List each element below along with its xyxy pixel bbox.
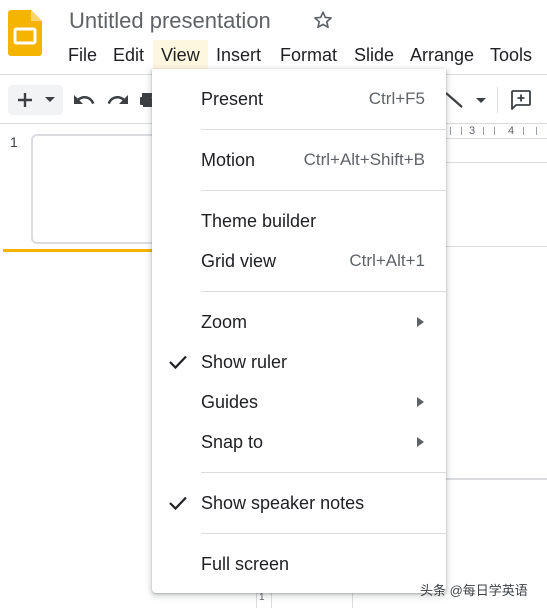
- chevron-down-icon[interactable]: [473, 88, 489, 112]
- ruler-tick: [523, 127, 524, 135]
- speaker-notes-divider[interactable]: [440, 478, 547, 480]
- menu-item-grid-view[interactable]: Grid view Ctrl+Alt+1: [152, 243, 446, 279]
- chevron-down-icon[interactable]: [43, 94, 57, 106]
- menu-item-show-ruler[interactable]: Show ruler: [152, 344, 446, 380]
- redo-icon[interactable]: [106, 88, 130, 112]
- ruler-tick: [536, 127, 537, 135]
- menu-item-label: Motion: [201, 150, 256, 170]
- menu-item-label: Show ruler: [201, 352, 288, 372]
- star-icon[interactable]: [312, 9, 334, 31]
- menu-file[interactable]: File: [60, 40, 105, 70]
- menu-item-label: Snap to: [201, 432, 264, 452]
- submenu-arrow-icon: [417, 317, 424, 327]
- toolbar-divider: [497, 87, 498, 113]
- slide-canvas[interactable]: [440, 139, 547, 608]
- submenu-arrow-icon: [417, 437, 424, 447]
- menu-item-label: Zoom: [201, 312, 248, 332]
- menu-item-theme-builder[interactable]: Theme builder: [152, 203, 446, 239]
- menu-item-shortcut: Ctrl+Alt+1: [349, 251, 425, 270]
- canvas-divider: [440, 246, 547, 247]
- menu-edit[interactable]: Edit: [105, 40, 152, 70]
- document-title[interactable]: Untitled presentation: [69, 8, 271, 34]
- menu-view[interactable]: View: [153, 40, 208, 70]
- vertical-ruler-label: 1: [259, 592, 265, 603]
- menu-separator: [201, 291, 446, 292]
- add-comment-icon[interactable]: [509, 88, 533, 112]
- menu-item-full-screen[interactable]: Full screen: [152, 546, 446, 582]
- menu-item-motion[interactable]: Motion Ctrl+Alt+Shift+B: [152, 142, 446, 178]
- menu-arrange[interactable]: Arrange: [402, 40, 482, 70]
- menu-item-label: Full screen: [201, 554, 290, 574]
- google-slides-logo-icon[interactable]: [8, 10, 42, 56]
- filmstrip-selection-bar: [3, 249, 173, 252]
- add-icon: [18, 93, 32, 107]
- menu-insert[interactable]: Insert: [208, 40, 269, 70]
- menu-item-zoom[interactable]: Zoom: [152, 304, 446, 340]
- menu-item-shortcut: Ctrl+Alt+Shift+B: [303, 150, 425, 169]
- menu-separator: [201, 533, 446, 534]
- menu-item-snap-to[interactable]: Snap to: [152, 424, 446, 460]
- menu-item-label: Show speaker notes: [201, 493, 365, 513]
- slide-number: 1: [10, 134, 18, 150]
- submenu-arrow-icon: [417, 397, 424, 407]
- watermark-text: 头条 @每日学英语: [420, 583, 528, 598]
- menu-item-present[interactable]: Present Ctrl+F5: [152, 81, 446, 117]
- menu-item-label: Theme builder: [201, 211, 317, 231]
- menu-separator: [201, 472, 446, 473]
- undo-icon[interactable]: [72, 88, 96, 112]
- menu-item-shortcut: Ctrl+F5: [368, 89, 425, 108]
- menu-item-label: Guides: [201, 392, 259, 412]
- new-slide-button[interactable]: [8, 85, 63, 115]
- checkmark-icon: [169, 496, 187, 511]
- menu-item-label: Grid view: [201, 251, 277, 271]
- view-menu-dropdown: Present Ctrl+F5 Motion Ctrl+Alt+Shift+B …: [152, 69, 446, 593]
- slide-thumbnail[interactable]: [31, 134, 171, 244]
- checkmark-icon: [169, 355, 187, 370]
- menu-tools[interactable]: Tools: [482, 40, 540, 70]
- canvas-divider: [440, 162, 547, 163]
- ruler-tick: [483, 127, 484, 135]
- slide-filmstrip: 1: [0, 124, 173, 608]
- ruler-tick: [461, 127, 462, 135]
- menu-slide[interactable]: Slide: [346, 40, 402, 70]
- menu-separator: [201, 129, 446, 130]
- print-icon[interactable]: [140, 88, 152, 112]
- menu-item-label: Present: [201, 89, 264, 109]
- ruler-tick: [450, 127, 451, 135]
- slides-window: Untitled presentation File Edit View Ins…: [0, 0, 547, 608]
- menu-separator: [201, 190, 446, 191]
- menu-item-show-speaker-notes[interactable]: Show speaker notes: [152, 485, 446, 521]
- menu-format[interactable]: Format: [272, 40, 345, 70]
- menu-item-guides[interactable]: Guides: [152, 384, 446, 420]
- ruler-label: 4: [508, 125, 515, 137]
- ruler-tick: [494, 127, 495, 135]
- ruler-label: 3: [469, 125, 476, 137]
- horizontal-ruler[interactable]: 3 4: [440, 124, 547, 139]
